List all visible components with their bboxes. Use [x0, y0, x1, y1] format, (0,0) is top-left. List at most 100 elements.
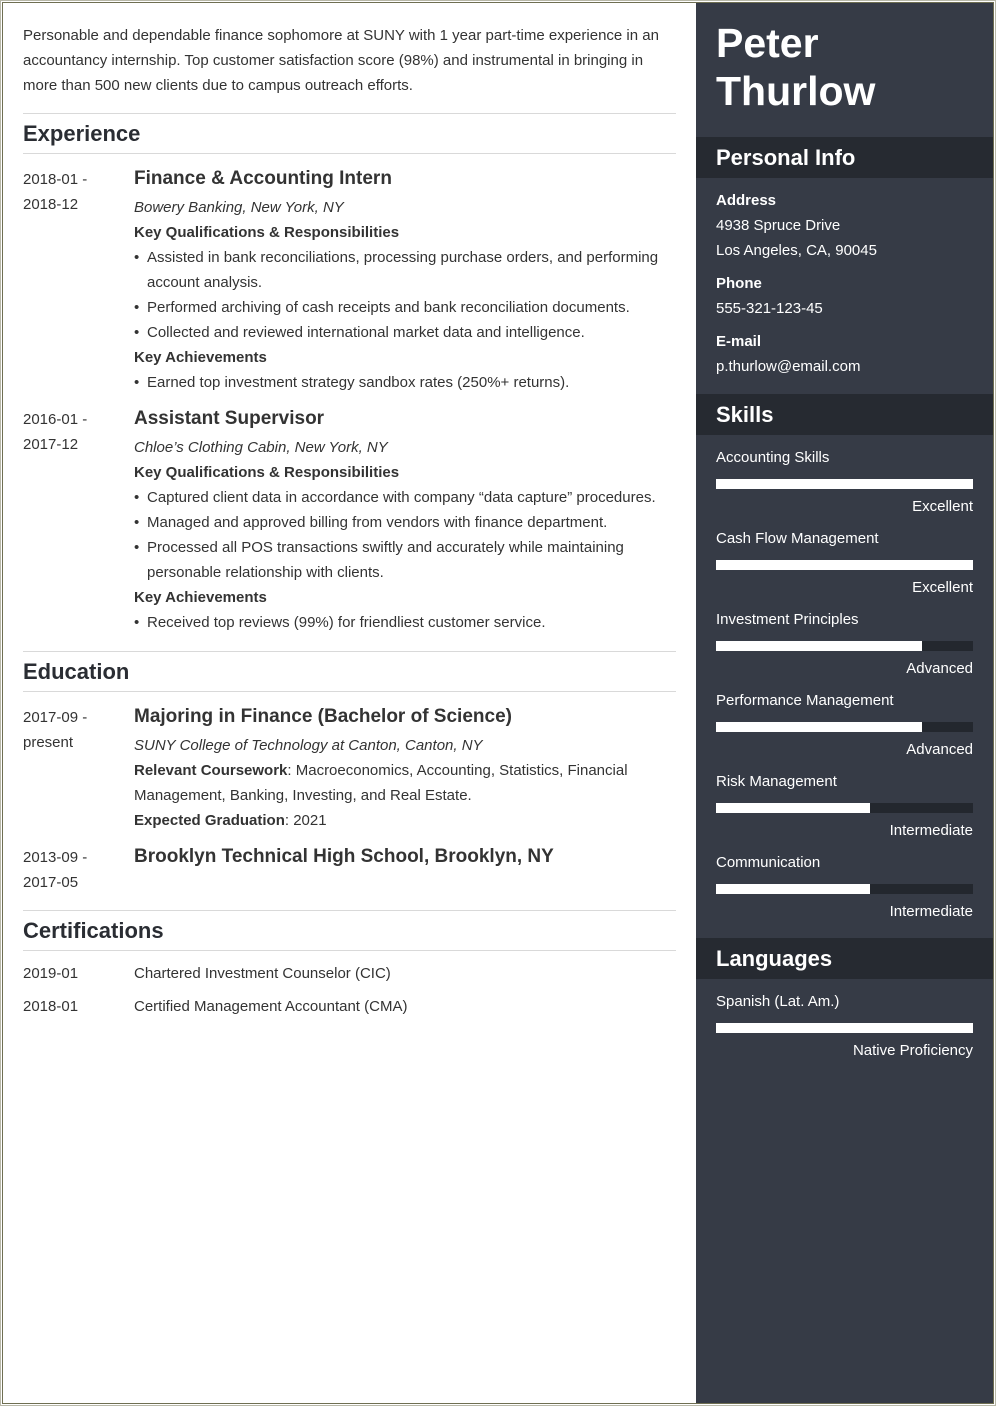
rating-bar-track [716, 884, 973, 894]
expected-graduation: Expected Graduation: 2021 [134, 808, 676, 833]
skill-item-name: Investment Principles [716, 611, 859, 628]
phone-label: Phone [716, 275, 762, 292]
skill-item-level: Excellent [912, 498, 973, 515]
achievements-heading: Key Achievements [134, 589, 267, 606]
rating-bar-fill [716, 479, 973, 489]
entry-dates: 2017-09 - present [23, 705, 123, 755]
education-section-heading: Education [23, 651, 676, 692]
coursework: Relevant Coursework: Macroeconomics, Acc… [134, 758, 676, 808]
rating-bar-fill [716, 803, 871, 813]
graduation-label: Expected Graduation [134, 812, 285, 829]
education-heading: Education [23, 659, 130, 684]
experience-heading: Experience [23, 121, 141, 146]
entry-dates: 2018-01 - 2018-12 [23, 167, 123, 217]
skill-item-name: Communication [716, 854, 821, 871]
degree-title: Brooklyn Technical High School, Brooklyn… [134, 846, 554, 867]
degree-title: Majoring in Finance (Bachelor of Science… [134, 706, 512, 727]
skill-item-level: Excellent [912, 579, 973, 596]
email-label: E-mail [716, 333, 762, 350]
experience-section-heading: Experience [23, 113, 676, 154]
rating-bar-track [716, 479, 973, 489]
list-item: Processed all POS transactions swiftly a… [134, 535, 676, 585]
skill-item: Investment Principles Advanced [716, 610, 973, 691]
certification-name: Certified Management Accountant (CMA) [134, 998, 408, 1015]
skills-heading: Skills [716, 402, 774, 427]
rating-bar-track [716, 803, 973, 813]
personal-info: Address 4938 Spruce Drive Los Angeles, C… [716, 188, 973, 379]
sidebar: Peter Thurlow Personal Info Address 4938… [696, 3, 993, 1403]
skill-item-level: Advanced [906, 660, 973, 677]
language-item-level: Native Proficiency [852, 1042, 973, 1059]
profile-summary: Personable and dependable finance sophom… [23, 27, 659, 94]
list-item: Received top reviews (99%) for friendlie… [134, 610, 676, 635]
certification-date: 2019-01 [23, 965, 79, 982]
skills-band: Skills [696, 394, 993, 435]
entry-body: Assistant Supervisor Chloe’s Clothing Ca… [134, 407, 676, 635]
certification-name: Chartered Investment Counselor (CIC) [134, 965, 391, 982]
company: Chloe’s Clothing Cabin, New York, NY [134, 439, 388, 456]
rating-bar-track [716, 560, 973, 570]
list-item: Managed and approved billing from vendor… [134, 510, 676, 535]
rating-bar-track [716, 1023, 973, 1033]
skill-item-name: Cash Flow Management [716, 530, 879, 547]
certifications-heading: Certifications [23, 918, 164, 943]
skill-item: Performance Management Advanced [716, 691, 973, 772]
skill-item: Cash Flow Management Excellent [716, 529, 973, 610]
skill-item-level: Intermediate [889, 903, 973, 920]
graduation-value: : 2021 [284, 812, 327, 829]
language-item-name: Spanish (Lat. Am.) [716, 993, 840, 1010]
resume-page: Personable and dependable finance sophom… [2, 2, 994, 1404]
rating-bar-fill [716, 884, 871, 894]
list-item: Collected and reviewed international mar… [134, 320, 676, 345]
date-end: 2017-12 [23, 436, 79, 453]
rating-bar-track [716, 722, 973, 732]
entry-body: Brooklyn Technical High School, Brooklyn… [134, 845, 676, 871]
personal-info-band: Personal Info [696, 137, 993, 178]
date-end: 2017-05 [23, 874, 79, 891]
skill-item-level: Intermediate [889, 822, 973, 839]
languages-band: Languages [696, 938, 993, 979]
date-start: 2017-09 - [23, 709, 88, 726]
qualifications-list: Assisted in bank reconciliations, proces… [134, 245, 676, 345]
candidate-name: Peter Thurlow [716, 19, 875, 115]
phone-value: 555-321-123-45 [716, 300, 823, 317]
coursework-label: Relevant Coursework [134, 762, 288, 779]
skill-item-name: Accounting Skills [716, 449, 830, 466]
date-end: present [23, 734, 74, 751]
entry-body: Finance & Accounting Intern Bowery Banki… [134, 167, 676, 395]
list-item: Captured client data in accordance with … [134, 485, 676, 510]
rating-bar-fill [716, 560, 973, 570]
email-value: p.thurlow@email.com [716, 358, 861, 375]
date-start: 2018-01 - [23, 171, 88, 188]
entry-body: Majoring in Finance (Bachelor of Science… [134, 705, 676, 833]
address-line1: 4938 Spruce Drive [716, 217, 841, 234]
skill-item: Risk Management Intermediate [716, 772, 973, 853]
achievements-list: Earned top investment strategy sandbox r… [134, 370, 676, 395]
address-label: Address [716, 192, 777, 209]
personal-info-heading: Personal Info [716, 145, 856, 170]
rating-bar-fill [716, 722, 922, 732]
certification-date: 2018-01 [23, 998, 79, 1015]
job-title: Finance & Accounting Intern [134, 168, 392, 189]
last-name: Thurlow [716, 68, 876, 114]
rating-bar-track [716, 641, 973, 651]
date-end: 2018-12 [23, 196, 79, 213]
skill-item-level: Advanced [906, 741, 973, 758]
entry-dates: 2016-01 - 2017-12 [23, 407, 123, 457]
first-name: Peter [716, 20, 819, 66]
job-title: Assistant Supervisor [134, 408, 325, 429]
qualifications-heading: Key Qualifications & Responsibilities [134, 224, 400, 241]
address-line2: Los Angeles, CA, 90045 [716, 242, 877, 259]
company: Bowery Banking, New York, NY [134, 199, 344, 216]
qualifications-list: Captured client data in accordance with … [134, 485, 676, 585]
date-start: 2016-01 - [23, 411, 88, 428]
list-item: Performed archiving of cash receipts and… [134, 295, 676, 320]
list-item: Assisted in bank reconciliations, proces… [134, 245, 676, 295]
skill-item-name: Risk Management [716, 773, 837, 790]
qualifications-heading: Key Qualifications & Responsibilities [134, 464, 400, 481]
skill-item: Accounting Skills Excellent [716, 448, 973, 529]
list-item: Earned top investment strategy sandbox r… [134, 370, 676, 395]
achievements-heading: Key Achievements [134, 349, 267, 366]
language-item: Spanish (Lat. Am.) Native Proficiency [716, 992, 973, 1073]
skill-item-name: Performance Management [716, 692, 894, 709]
